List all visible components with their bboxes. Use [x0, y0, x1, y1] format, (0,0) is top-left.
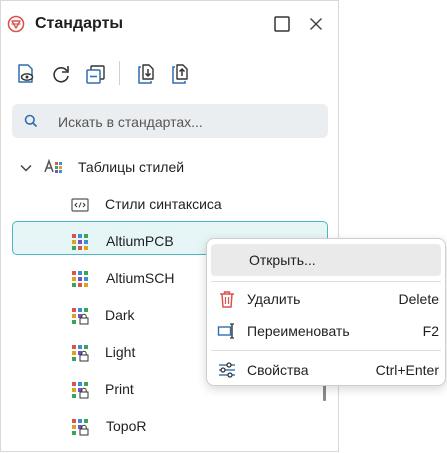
- tree-item-label: Print: [105, 381, 134, 397]
- style-grid-lock-icon: [72, 382, 89, 399]
- import-icon[interactable]: [133, 61, 159, 87]
- collapse-all-icon[interactable]: [83, 61, 109, 87]
- menu-item-label: Переименовать: [247, 323, 350, 339]
- menu-item-label: Открыть...: [249, 252, 316, 268]
- close-icon[interactable]: [305, 13, 327, 35]
- search-box: [12, 104, 328, 138]
- panel-title: Стандарты: [35, 15, 124, 32]
- search-icon: [24, 114, 38, 128]
- style-grid-icon: [72, 271, 88, 287]
- style-grid-lock-icon: [72, 308, 89, 325]
- menu-item-label: Свойства: [247, 362, 309, 378]
- trash-icon: [220, 291, 234, 308]
- menu-separator: [211, 281, 441, 282]
- standards-app-icon: [7, 15, 25, 33]
- style-grid-icon: [72, 234, 88, 250]
- menu-item-delete[interactable]: Удалить Delete: [211, 283, 441, 315]
- export-icon[interactable]: [167, 61, 193, 87]
- tree-item-label: AltiumPCB: [106, 233, 174, 249]
- menu-item-open[interactable]: Открыть...: [211, 244, 441, 276]
- menu-item-shortcut: Delete: [398, 291, 439, 307]
- search-input[interactable]: [56, 110, 320, 134]
- tree-item-label: AltiumSCH: [106, 270, 175, 286]
- toolbar-separator: [119, 61, 120, 85]
- tree-item-label: TopoR: [106, 418, 147, 434]
- refresh-icon[interactable]: [48, 61, 74, 87]
- tree-group-label: Таблицы стилей: [78, 159, 185, 175]
- style-grid-lock-icon: [72, 345, 89, 362]
- panel-header: Стандарты: [1, 1, 340, 47]
- view-document-icon[interactable]: [13, 61, 39, 87]
- menu-item-shortcut: F2: [422, 323, 439, 339]
- menu-item-properties[interactable]: Свойства Ctrl+Enter: [211, 354, 441, 386]
- tree-item-label: Dark: [105, 307, 135, 323]
- tree-item-syntax-styles[interactable]: Стили синтаксиса: [1, 189, 340, 219]
- rename-icon: [217, 323, 234, 339]
- code-icon: [71, 198, 89, 212]
- menu-item-rename[interactable]: Переименовать F2: [211, 315, 441, 347]
- menu-separator: [211, 350, 441, 351]
- toolbar: [1, 57, 340, 91]
- style-grid-lock-icon: [72, 419, 89, 436]
- style-tables-icon: [44, 158, 62, 173]
- context-menu: Открыть... Удалить Delete Переименовать …: [206, 238, 446, 386]
- maximize-icon[interactable]: [271, 13, 293, 35]
- chevron-down-icon[interactable]: [19, 161, 33, 175]
- menu-item-label: Удалить: [247, 291, 301, 307]
- sliders-icon: [219, 362, 235, 378]
- tree-item-topor[interactable]: TopoR: [1, 411, 340, 441]
- tree-group-style-tables[interactable]: Таблицы стилей: [1, 152, 340, 182]
- menu-item-shortcut: Ctrl+Enter: [375, 362, 439, 378]
- tree-item-label: Стили синтаксиса: [105, 196, 222, 212]
- tree-item-label: Light: [105, 344, 136, 360]
